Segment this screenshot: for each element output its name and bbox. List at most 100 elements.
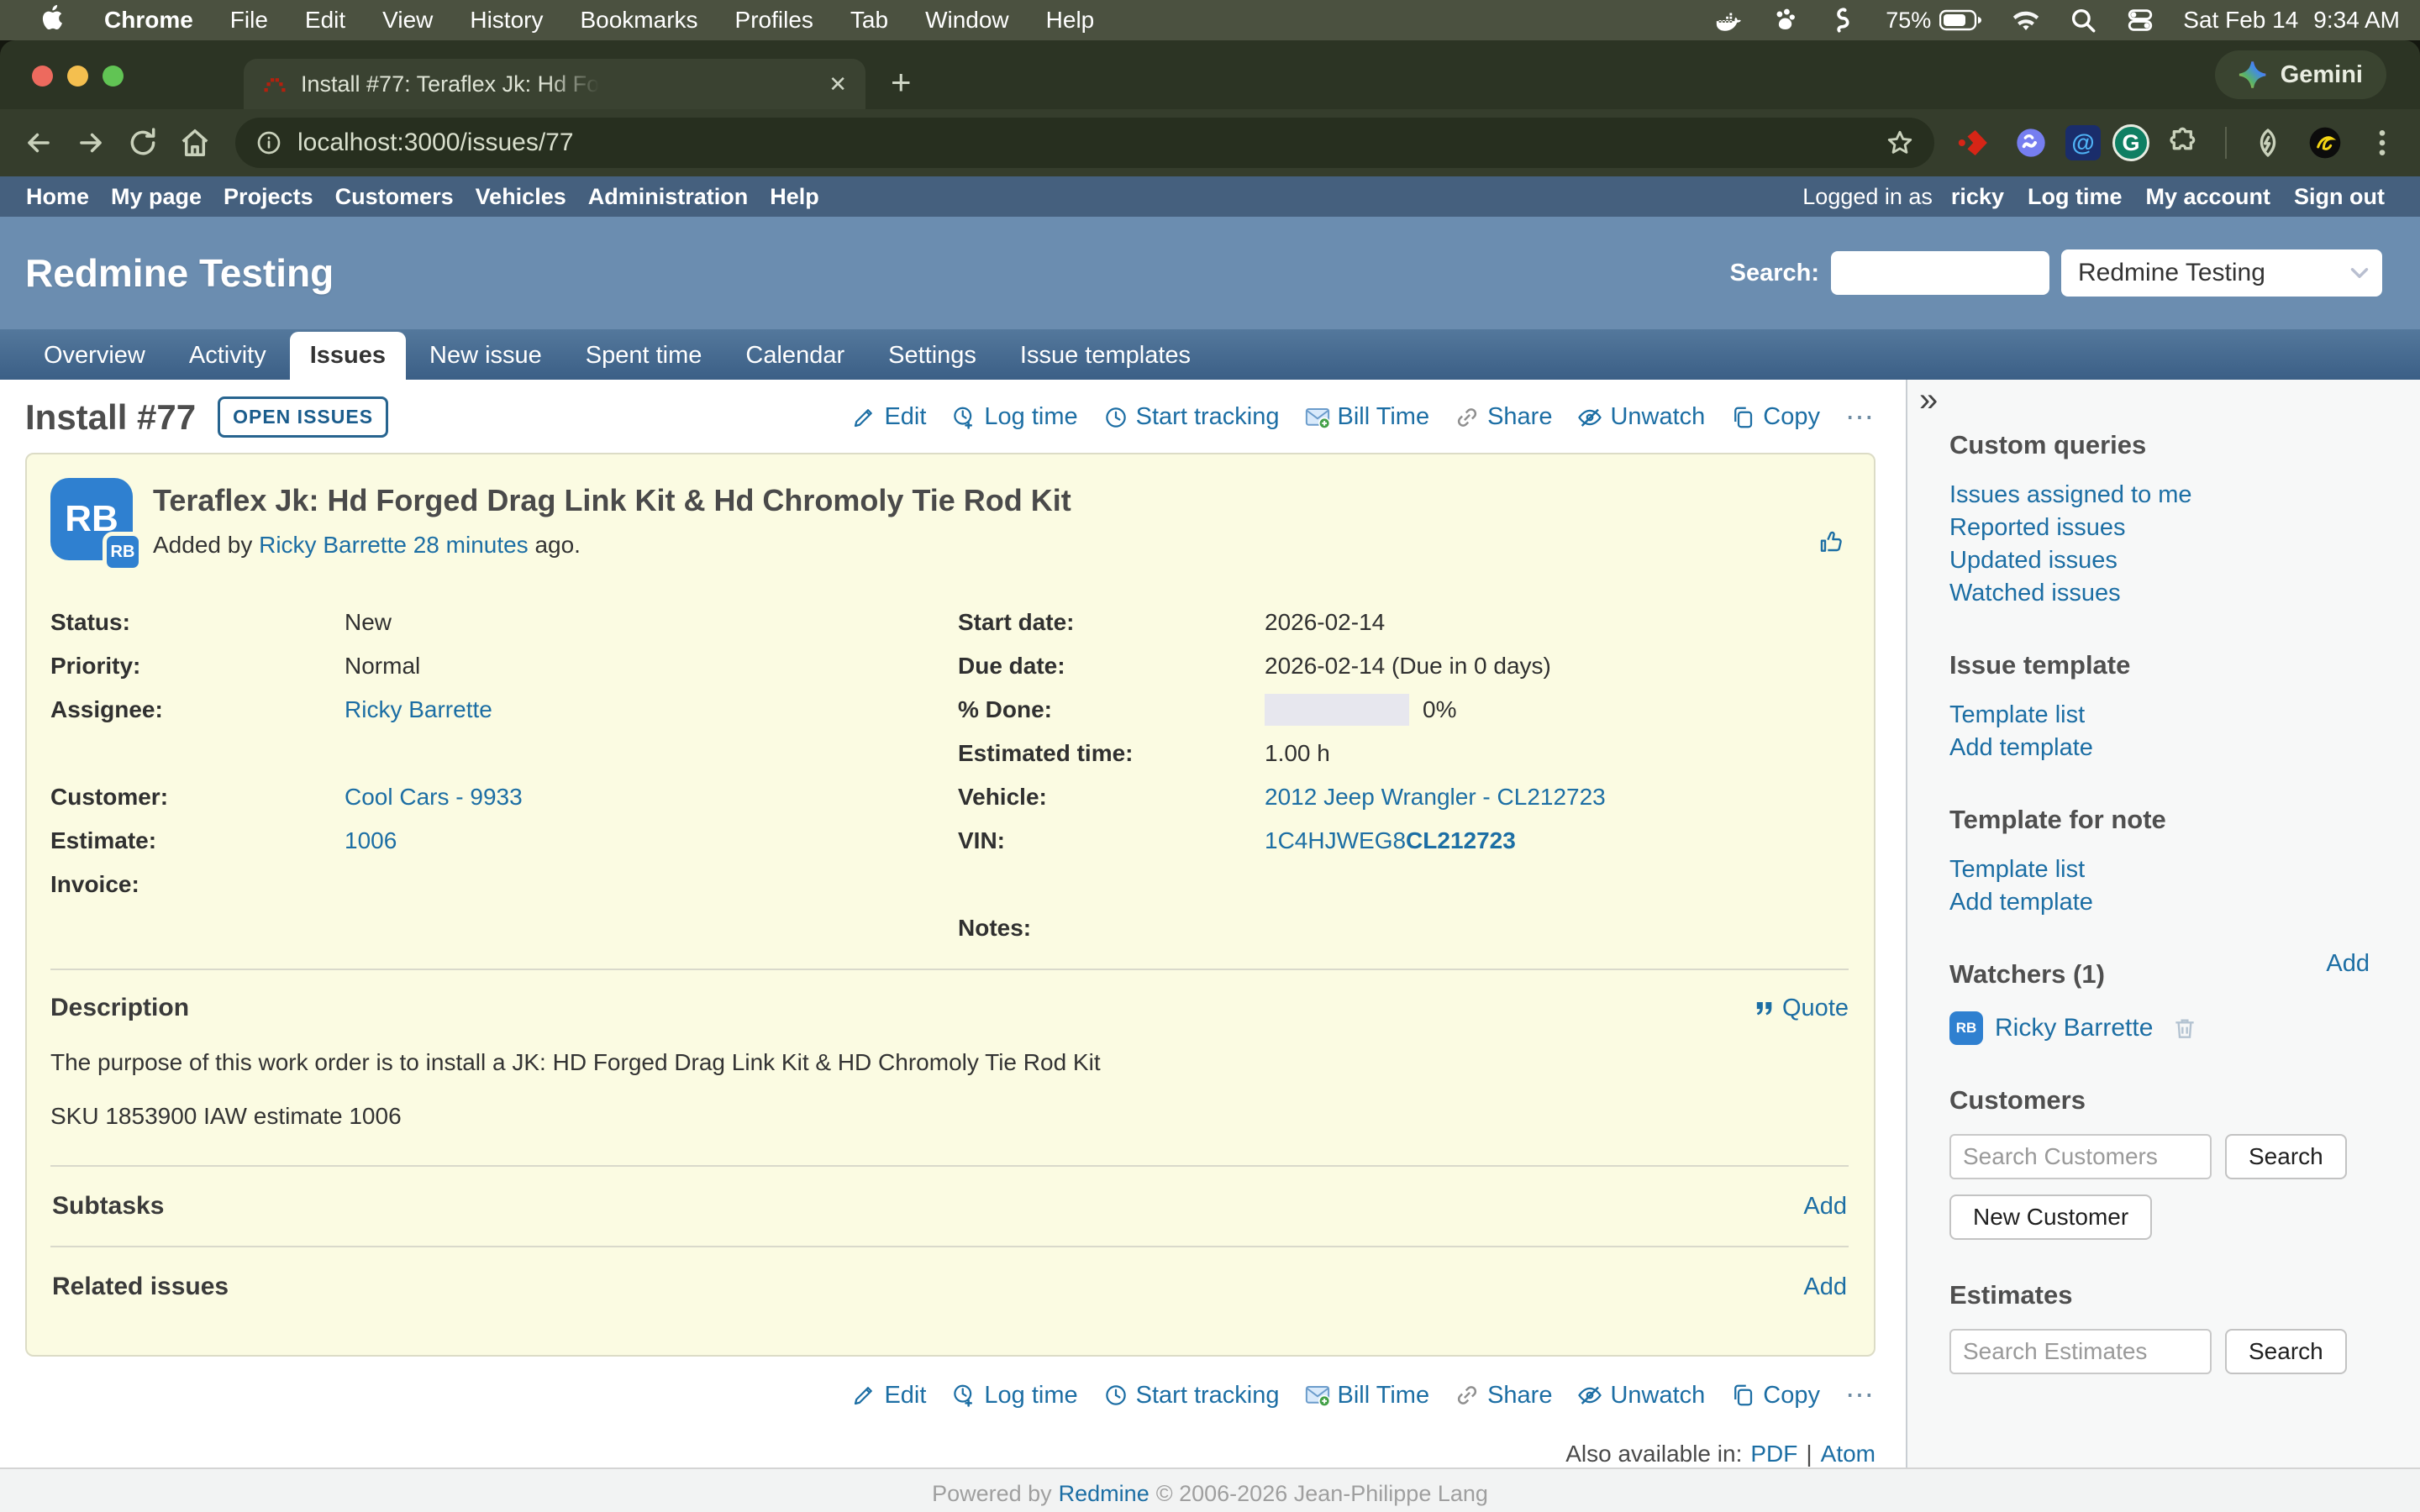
sidebar-link-watched-issues[interactable]: Watched issues <box>1949 577 2370 610</box>
extension-purple-icon[interactable] <box>2008 120 2054 165</box>
menubar-clock[interactable]: Sat Feb 14 9:34 AM <box>2183 7 2400 34</box>
browser-menu-kebab-icon[interactable] <box>2360 120 2405 165</box>
add-watcher-link[interactable]: Add <box>2326 950 2370 978</box>
menu-profiles[interactable]: Profiles <box>717 7 832 34</box>
tab-issues[interactable]: Issues <box>290 332 406 380</box>
sidebar-link-reported-issues[interactable]: Reported issues <box>1949 512 2370 544</box>
status-app-paw-icon[interactable] <box>1771 6 1800 34</box>
start-tracking-button[interactable]: Start tracking <box>1103 1382 1280 1410</box>
docker-icon[interactable] <box>1714 6 1743 34</box>
bill-time-button[interactable]: Bill Time <box>1305 1382 1430 1410</box>
copy-button[interactable]: Copy <box>1730 1382 1820 1410</box>
menu-bookmarks[interactable]: Bookmarks <box>561 7 716 34</box>
note-add-template-link[interactable]: Add template <box>1949 886 2370 919</box>
tab-spent-time[interactable]: Spent time <box>566 332 723 380</box>
apple-menu-icon[interactable] <box>20 3 86 38</box>
status-app-seahorse-icon[interactable] <box>1828 6 1857 34</box>
extensions-puzzle-icon[interactable] <box>2161 120 2207 165</box>
minimize-window-button[interactable] <box>67 66 88 87</box>
tab-issue-templates[interactable]: Issue templates <box>1000 332 1211 380</box>
vehicle-link[interactable]: 2012 Jeep Wrangler - CL212723 <box>1265 784 1849 811</box>
performance-leaf-icon[interactable] <box>2245 120 2291 165</box>
more-actions-button[interactable]: ⋯ <box>1845 401 1876 434</box>
edit-button[interactable]: Edit <box>851 1382 926 1410</box>
log-time-button[interactable]: Log time <box>951 1382 1077 1410</box>
add-subtask-link[interactable]: Add <box>1803 1193 1847 1221</box>
assignee-link[interactable]: Ricky Barrette <box>345 696 958 723</box>
topmenu-administration[interactable]: Administration <box>577 184 760 210</box>
forward-button[interactable] <box>67 119 114 166</box>
extension-at-icon[interactable]: @ <box>2065 125 2101 160</box>
home-button[interactable] <box>171 119 218 166</box>
menu-window[interactable]: Window <box>907 7 1028 34</box>
topmenu-customers[interactable]: Customers <box>324 184 465 210</box>
project-jump-select[interactable]: Redmine Testing <box>2061 249 2382 297</box>
tab-calendar[interactable]: Calendar <box>725 332 865 380</box>
tab-new-issue[interactable]: New issue <box>409 332 562 380</box>
delete-watcher-trash-icon[interactable] <box>2171 1015 2198 1042</box>
share-button[interactable]: Share <box>1455 1382 1552 1410</box>
topmenu-my-page[interactable]: My page <box>100 184 213 210</box>
topmenu-vehicles[interactable]: Vehicles <box>465 184 577 210</box>
reload-button[interactable] <box>119 119 166 166</box>
menu-help[interactable]: Help <box>1028 7 1113 34</box>
profile-avatar[interactable] <box>2302 120 2348 165</box>
close-window-button[interactable] <box>32 66 53 87</box>
grammarly-icon[interactable]: G <box>2112 124 2149 161</box>
tab-overview[interactable]: Overview <box>24 332 166 380</box>
current-user-link[interactable]: ricky <box>1943 184 2012 210</box>
site-info-icon[interactable] <box>255 129 282 156</box>
topmenu-home[interactable]: Home <box>15 184 100 210</box>
address-bar[interactable]: localhost:3000/issues/77 <box>235 118 1934 168</box>
menu-history[interactable]: History <box>451 7 561 34</box>
share-button[interactable]: Share <box>1455 403 1552 431</box>
atom-link[interactable]: Atom <box>1821 1441 1876 1467</box>
bookmark-star-icon[interactable] <box>1886 129 1914 157</box>
start-tracking-button[interactable]: Start tracking <box>1103 403 1280 431</box>
added-time-link[interactable]: 28 minutes <box>413 532 529 558</box>
pdf-link[interactable]: PDF <box>1750 1441 1797 1467</box>
spotlight-search-icon[interactable] <box>2069 6 2097 34</box>
menu-chrome[interactable]: Chrome <box>86 7 212 34</box>
menu-edit[interactable]: Edit <box>287 7 364 34</box>
edit-button[interactable]: Edit <box>851 403 926 431</box>
unwatch-button[interactable]: Unwatch <box>1577 1382 1705 1410</box>
menu-tab[interactable]: Tab <box>832 7 907 34</box>
search-estimates-input[interactable] <box>1949 1329 2212 1374</box>
sidebar-link-updated-issues[interactable]: Updated issues <box>1949 544 2370 577</box>
sidebar-link-issues-assigned[interactable]: Issues assigned to me <box>1949 479 2370 512</box>
note-template-list-link[interactable]: Template list <box>1949 853 2370 886</box>
extension-red-icon[interactable] <box>1951 120 1996 165</box>
new-customer-button[interactable]: New Customer <box>1949 1194 2152 1240</box>
add-related-issue-link[interactable]: Add <box>1803 1273 1847 1301</box>
search-customers-button[interactable]: Search <box>2225 1134 2347 1179</box>
search-customers-input[interactable] <box>1949 1134 2212 1179</box>
thumbs-up-button[interactable] <box>1818 528 1845 559</box>
battery-indicator[interactable]: 75% <box>1886 8 1983 34</box>
open-issues-badge[interactable]: OPEN ISSUES <box>218 396 388 438</box>
control-center-icon[interactable] <box>2126 6 2154 34</box>
author-link[interactable]: Ricky Barrette <box>259 532 407 558</box>
browser-tab[interactable]: Install #77: Teraflex Jk: Hd Fo ✕ <box>244 59 865 109</box>
watcher-name-link[interactable]: Ricky Barrette <box>1995 1014 2153 1042</box>
back-button[interactable] <box>15 119 62 166</box>
new-tab-button[interactable]: + <box>891 62 912 109</box>
template-list-link[interactable]: Template list <box>1949 699 2370 732</box>
menu-file[interactable]: File <box>212 7 287 34</box>
menu-view[interactable]: View <box>364 7 451 34</box>
topmenu-projects[interactable]: Projects <box>213 184 324 210</box>
copy-button[interactable]: Copy <box>1730 403 1820 431</box>
log-time-button[interactable]: Log time <box>951 403 1077 431</box>
search-input[interactable] <box>1831 251 2049 295</box>
add-template-link[interactable]: Add template <box>1949 732 2370 764</box>
tab-activity[interactable]: Activity <box>169 332 287 380</box>
customer-link[interactable]: Cool Cars - 9933 <box>345 784 958 811</box>
redmine-link[interactable]: Redmine <box>1059 1481 1150 1507</box>
tab-settings[interactable]: Settings <box>868 332 997 380</box>
log-time-link[interactable]: Log time <box>2019 184 2131 210</box>
estimate-link[interactable]: 1006 <box>345 827 958 854</box>
vin-link[interactable]: 1C4HJWEG8CL212723 <box>1265 827 1516 853</box>
gemini-button[interactable]: Gemini <box>2215 50 2386 99</box>
search-estimates-button[interactable]: Search <box>2225 1329 2347 1374</box>
wifi-icon[interactable] <box>2012 6 2040 34</box>
